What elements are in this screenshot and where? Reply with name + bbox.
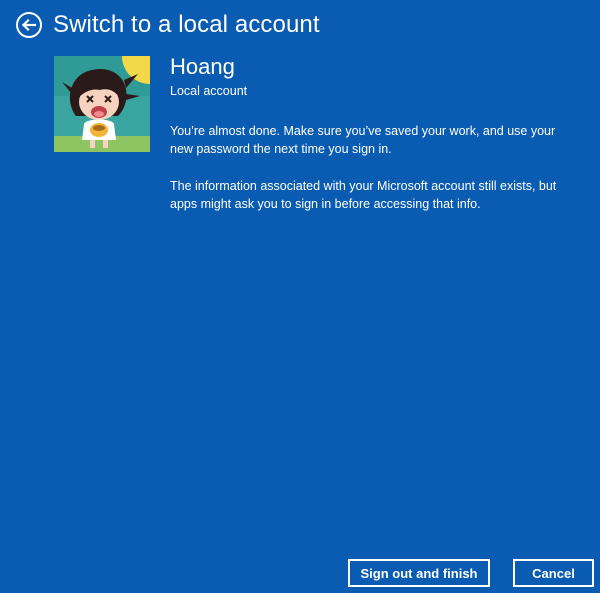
user-info: Hoang Local account [170, 53, 580, 99]
info-message-microsoft-account: The information associated with your Mic… [170, 179, 557, 211]
cancel-button[interactable]: Cancel [513, 559, 594, 587]
user-name: Hoang [170, 54, 235, 79]
info-message-save-work: You’re almost done. Make sure you’ve sav… [170, 124, 556, 156]
account-type-label: Local account [170, 84, 248, 98]
avatar [54, 56, 150, 152]
back-arrow-icon [16, 12, 42, 38]
page-title: Switch to a local account [53, 11, 320, 38]
user-avatar-icon [54, 56, 150, 152]
header: Switch to a local account [15, 10, 320, 40]
sign-out-and-finish-button[interactable]: Sign out and finish [348, 559, 490, 587]
back-button[interactable] [15, 11, 43, 39]
